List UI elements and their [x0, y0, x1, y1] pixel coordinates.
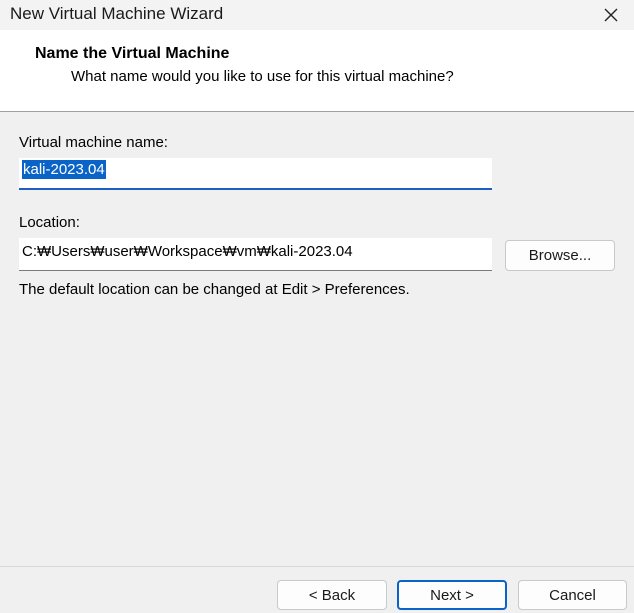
location-label: Location:	[19, 214, 80, 231]
browse-button[interactable]: Browse...	[505, 240, 615, 271]
location-input[interactable]: C:₩Users₩user₩Workspace₩vm₩kali-2023.04	[19, 238, 492, 271]
location-value: C:₩Users₩user₩Workspace₩vm₩kali-2023.04	[22, 243, 353, 260]
location-hint: The default location can be changed at E…	[19, 281, 410, 298]
close-button[interactable]	[588, 0, 634, 30]
footer-divider	[0, 566, 634, 567]
close-icon	[604, 8, 618, 22]
title-bar: New Virtual Machine Wizard	[0, 0, 634, 30]
back-button[interactable]: < Back	[277, 580, 387, 610]
page-title: Name the Virtual Machine	[35, 45, 230, 62]
vm-name-input[interactable]: kali-2023.04	[19, 158, 492, 190]
vm-name-label: Virtual machine name:	[19, 134, 168, 151]
wizard-header: Name the Virtual Machine What name would…	[0, 30, 634, 112]
next-button[interactable]: Next >	[397, 580, 507, 610]
vm-name-value: kali-2023.04	[22, 160, 106, 179]
window-title: New Virtual Machine Wizard	[10, 4, 224, 23]
page-subtitle: What name would you like to use for this…	[71, 68, 454, 85]
cancel-button[interactable]: Cancel	[518, 580, 627, 610]
